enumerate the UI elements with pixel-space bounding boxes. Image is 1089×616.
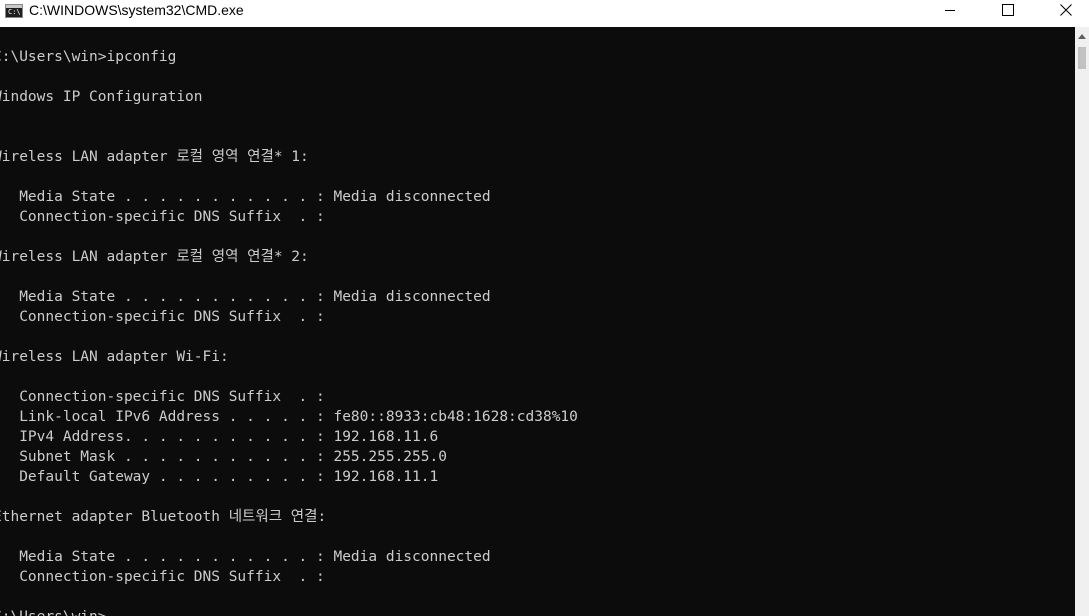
terminal-line: Wireless LAN adapter 로컬 영역 연결* 2: (0, 249, 309, 265)
terminal-line: Link-local IPv6 Address . . . . . : fe80… (0, 409, 578, 425)
terminal-line: Wireless LAN adapter Wi-Fi: (0, 349, 229, 365)
title-bar[interactable]: C:\ C:\WINDOWS\system32\CMD.exe (0, 0, 1089, 27)
terminal-line: C:\Users\win> (0, 607, 578, 616)
scroll-up-arrow-icon (1078, 33, 1086, 39)
terminal-line: Connection-specific DNS Suffix . : (0, 309, 325, 325)
scroll-thumb[interactable] (1078, 47, 1086, 69)
terminal-line: C:\Users\win>ipconfig (0, 49, 177, 65)
terminal-line: Media State . . . . . . . . . . . : Medi… (0, 289, 491, 305)
minimize-icon (945, 10, 955, 11)
terminal-line: Default Gateway . . . . . . . . . : 192.… (0, 469, 439, 485)
window-title: C:\WINDOWS\system32\CMD.exe (29, 2, 244, 18)
close-button[interactable] (1043, 0, 1089, 20)
terminal-line: Wireless LAN adapter 로컬 영역 연결* 1: (0, 149, 309, 165)
terminal-line: Media State . . . . . . . . . . . : Medi… (0, 189, 491, 205)
maximize-button[interactable] (985, 0, 1031, 20)
cmd-icon-label: C:\ (8, 8, 21, 16)
terminal-line: Ethernet adapter Bluetooth 네트워크 연결: (0, 509, 327, 525)
minimize-button[interactable] (927, 0, 973, 20)
terminal-line: Windows IP Configuration (0, 89, 203, 105)
terminal-lines: C:\Users\win>ipconfig Windows IP Configur… (0, 47, 578, 616)
terminal-line: Subnet Mask . . . . . . . . . . . : 255.… (0, 449, 447, 465)
terminal-line: IPv4 Address. . . . . . . . . . . : 192.… (0, 429, 439, 445)
close-icon (1060, 4, 1072, 16)
scroll-up-button[interactable] (1075, 29, 1089, 43)
terminal-line: Connection-specific DNS Suffix . : (0, 389, 325, 405)
terminal-line: Media State . . . . . . . . . . . : Medi… (0, 549, 491, 565)
terminal-line: Connection-specific DNS Suffix . : (0, 569, 325, 585)
terminal-output[interactable]: C:\Users\win>ipconfig Windows IP Configur… (0, 27, 1075, 616)
terminal-line: Connection-specific DNS Suffix . : (0, 209, 325, 225)
maximize-icon (1002, 4, 1014, 16)
vertical-scrollbar[interactable] (1075, 27, 1089, 616)
cmd-app-icon[interactable]: C:\ (5, 4, 23, 18)
